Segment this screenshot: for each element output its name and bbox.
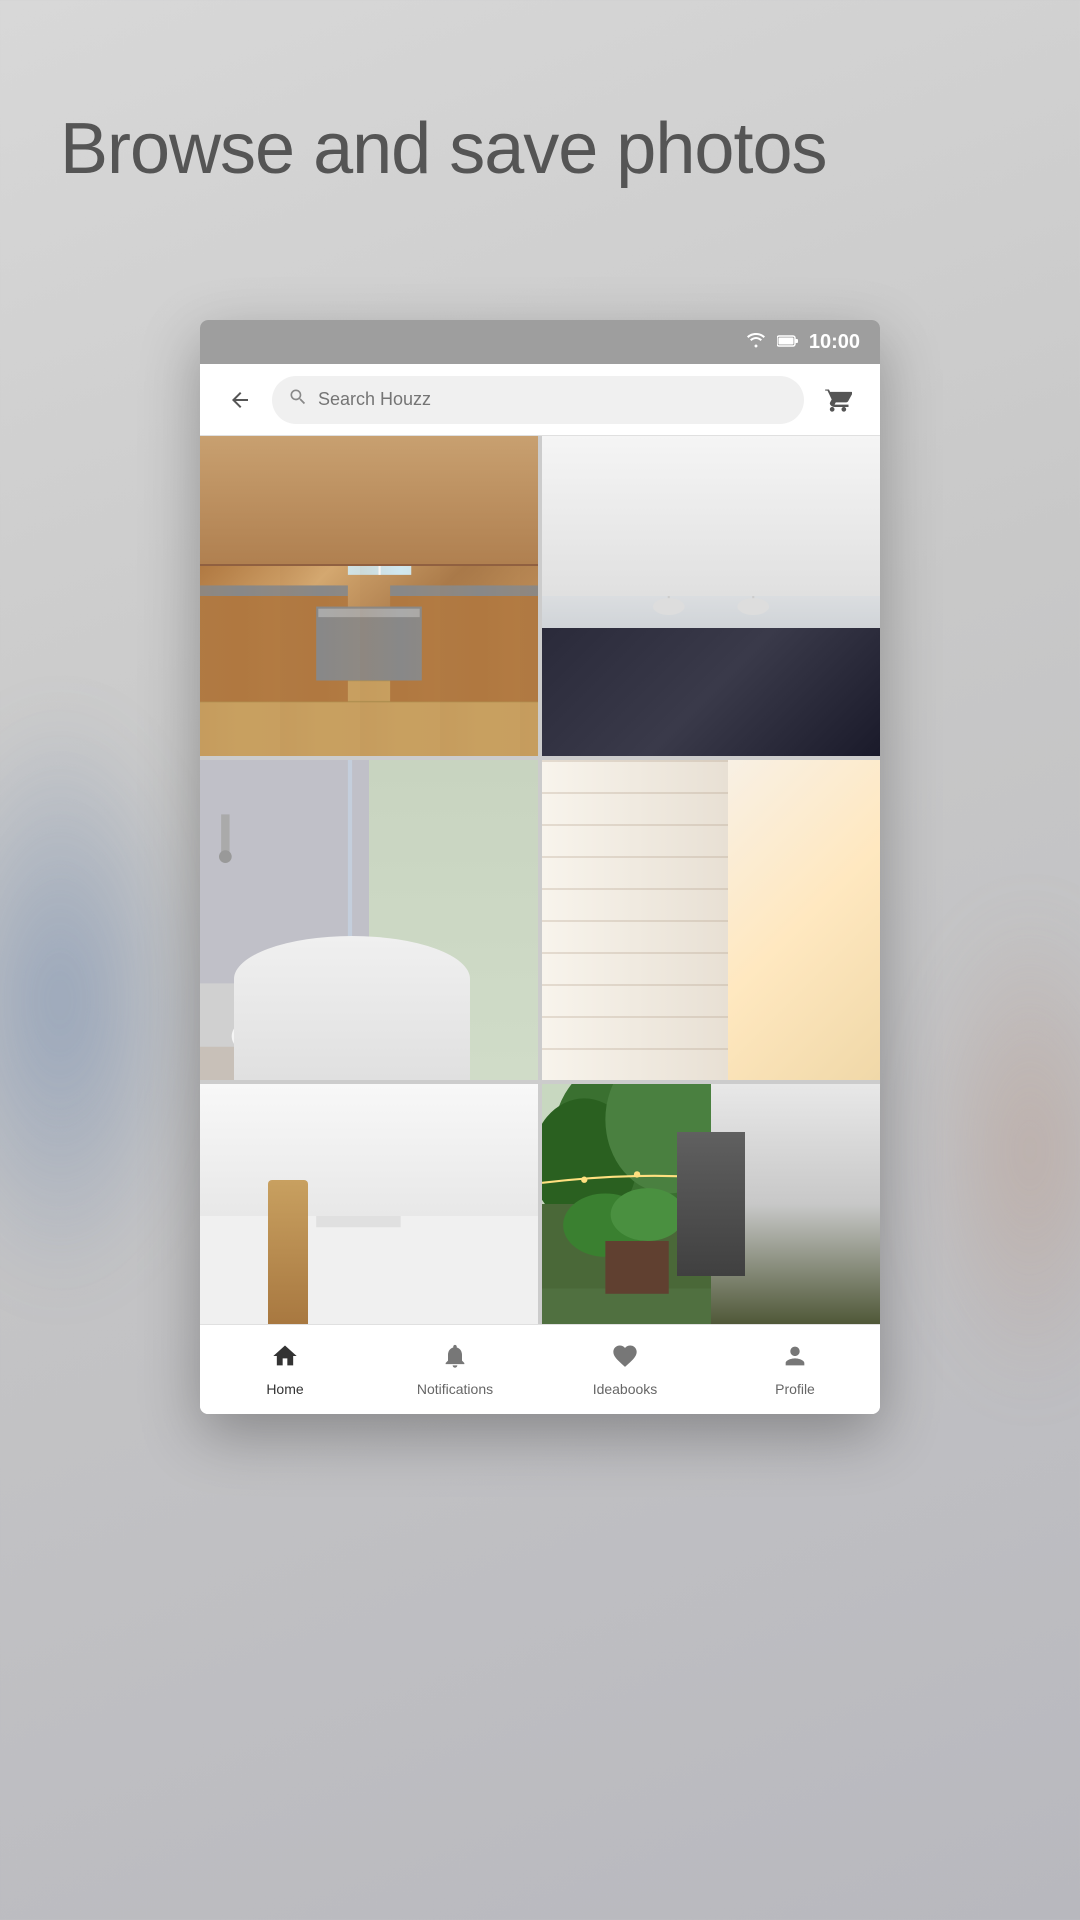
nav-ideabooks-label: Ideabooks [593, 1381, 658, 1397]
bg-decoration-right [920, 900, 1080, 1400]
search-bar [200, 364, 880, 436]
back-button[interactable] [220, 380, 260, 420]
battery-icon [777, 332, 799, 353]
nav-ideabooks[interactable]: Ideabooks [540, 1325, 710, 1414]
heart-icon [611, 1342, 639, 1375]
search-input[interactable] [318, 389, 788, 410]
status-time: 10:00 [809, 331, 860, 354]
photo-grid: M [200, 436, 880, 1324]
bottom-navigation: Home Notifications Ideabooks [200, 1324, 880, 1414]
nav-home[interactable]: Home [200, 1325, 370, 1414]
search-field-wrapper[interactable] [272, 376, 804, 424]
photo-bathroom[interactable]: M [200, 760, 538, 1080]
nav-profile-label: Profile [775, 1381, 815, 1397]
person-icon [781, 1342, 809, 1375]
bell-icon [441, 1342, 469, 1375]
photo-outdoor-garden[interactable] [542, 1084, 880, 1324]
photo-kitchen-white[interactable] [542, 436, 880, 756]
svg-text:M: M [385, 1034, 403, 1057]
search-icon [288, 387, 308, 413]
photo-kitchen-wood[interactable] [200, 436, 538, 756]
nav-profile[interactable]: Profile [710, 1325, 880, 1414]
page-title: Browse and save photos [60, 110, 826, 189]
home-icon [271, 1342, 299, 1375]
nav-notifications-label: Notifications [417, 1381, 493, 1397]
photo-bookshelf[interactable] [542, 760, 880, 1080]
bg-decoration-left [0, 700, 200, 1300]
nav-notifications[interactable]: Notifications [370, 1325, 540, 1414]
wifi-icon [745, 331, 767, 354]
photo-white-kitchen-2[interactable] [200, 1084, 538, 1324]
cart-button[interactable] [816, 378, 860, 422]
nav-home-label: Home [266, 1381, 303, 1397]
phone-frame: 10:00 [200, 320, 880, 1414]
status-bar: 10:00 [200, 320, 880, 364]
